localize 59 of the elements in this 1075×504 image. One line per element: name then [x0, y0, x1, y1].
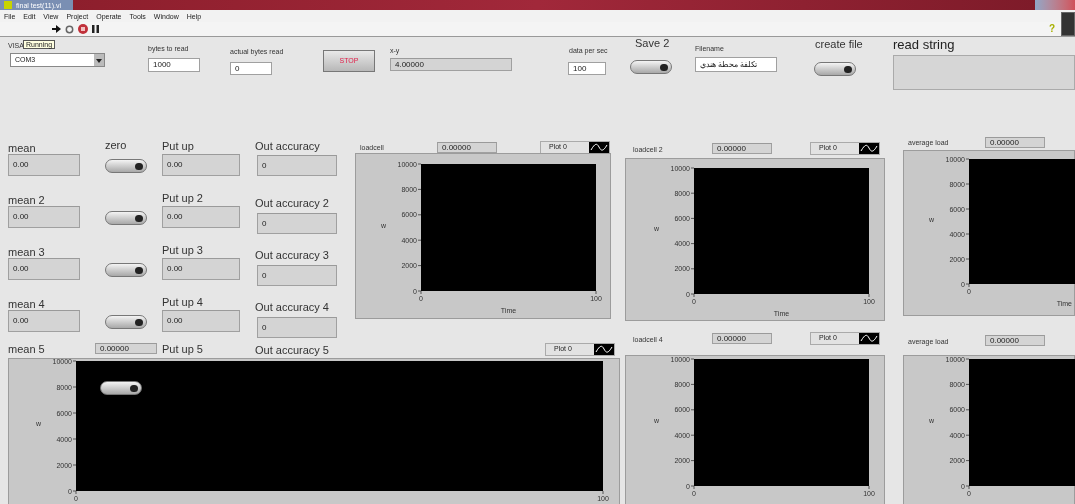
toggle-switch[interactable] — [105, 159, 147, 173]
value-field: 0 — [257, 213, 337, 234]
wave-icon — [859, 333, 879, 344]
dropdown-icon — [94, 54, 104, 66]
value-field: 0.00 — [162, 154, 240, 176]
control-label: mean 5 — [8, 344, 45, 355]
value-field: 0.00000 — [437, 142, 497, 153]
control-label: Put up 4 — [162, 297, 203, 308]
vi-icon — [1061, 12, 1075, 36]
abort-icon[interactable] — [78, 24, 88, 34]
control-label: zero — [105, 140, 127, 151]
value-field: 0 — [257, 317, 337, 338]
value-field: 0.00000 — [712, 333, 772, 344]
text-input[interactable]: تكلفة محطة هندي — [695, 57, 777, 72]
control-label: mean — [8, 143, 36, 154]
numeric-input[interactable]: 100 — [568, 62, 606, 75]
value-field: 0.00 — [8, 310, 80, 332]
toggle-switch[interactable] — [630, 60, 672, 74]
control-label: mean 4 — [8, 299, 45, 310]
value-field: 0.00000 — [985, 137, 1045, 148]
numeric-input[interactable]: 1000 — [148, 58, 200, 72]
value-field: 0.00 — [8, 206, 80, 228]
control-label: Out accuracy 4 — [255, 302, 329, 313]
control-label: read string — [893, 38, 955, 51]
wave-icon — [859, 143, 879, 154]
control-label: mean 3 — [8, 247, 45, 258]
toggle-switch[interactable] — [100, 381, 142, 395]
pause-icon[interactable] — [92, 25, 99, 33]
control-label: Out accuracy 2 — [255, 198, 329, 209]
toggle-switch[interactable] — [105, 315, 147, 329]
value-field: 4.00000 — [390, 58, 512, 71]
wave-icon — [594, 344, 614, 355]
value-field: 0.00 — [162, 310, 240, 332]
value-field: 0.00 — [162, 258, 240, 280]
control-label: Put up 3 — [162, 245, 203, 256]
control-label: Save 2 — [635, 38, 670, 49]
control-label: Put up 2 — [162, 193, 203, 204]
control-label: Put up 5 — [162, 344, 203, 355]
control-label: Out accuracy 3 — [255, 250, 329, 261]
toggle-switch[interactable] — [814, 62, 856, 76]
control-label: Out accuracy — [255, 141, 320, 152]
value-field: 0 — [230, 62, 272, 75]
value-field: 0.00000 — [712, 143, 772, 154]
control-label: mean 2 — [8, 195, 45, 206]
app-icon — [4, 1, 12, 9]
value-field: 0.00 — [162, 206, 240, 228]
toggle-switch[interactable] — [105, 263, 147, 277]
value-field: 0.00000 — [95, 343, 157, 354]
value-field: 0 — [257, 155, 337, 176]
value-field: 0.00000 — [985, 335, 1045, 346]
toggle-switch[interactable] — [105, 211, 147, 225]
control-label: Out accuracy 5 — [255, 345, 329, 356]
control-label: Put up — [162, 141, 194, 152]
value-field: 0 — [257, 265, 337, 286]
wave-icon — [589, 142, 609, 153]
run-arrow-icon[interactable] — [52, 25, 61, 33]
value-field: 0.00 — [8, 154, 80, 176]
control-label: create file — [815, 39, 863, 50]
value-field: 0.00 — [8, 258, 80, 280]
